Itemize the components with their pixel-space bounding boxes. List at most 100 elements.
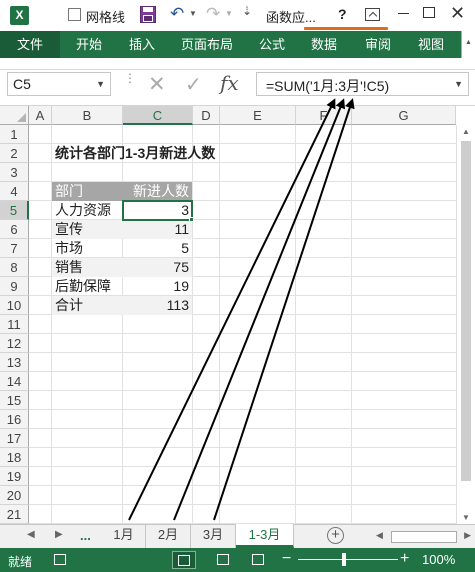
sheet-tab-mar[interactable]: 3月 bbox=[191, 524, 236, 548]
row-header[interactable]: 7 bbox=[0, 239, 29, 258]
maximize-icon[interactable] bbox=[423, 7, 435, 18]
column-header[interactable]: G bbox=[352, 106, 456, 125]
ribbon-scroll-icon[interactable] bbox=[461, 31, 475, 58]
normal-view-button[interactable] bbox=[172, 551, 196, 569]
chevron-down-icon[interactable]: ▼ bbox=[96, 79, 105, 89]
cancel-icon[interactable]: ✕ bbox=[148, 72, 166, 97]
gridlines-checkbox[interactable] bbox=[68, 8, 81, 21]
zoom-level[interactable]: 100% bbox=[422, 552, 455, 567]
ribbon-display-options-icon[interactable] bbox=[365, 8, 380, 21]
row-header[interactable]: 1 bbox=[0, 125, 29, 144]
zoom-out-button[interactable]: − bbox=[282, 550, 291, 568]
row-header[interactable]: 16 bbox=[0, 410, 29, 429]
help-icon[interactable]: ? bbox=[338, 6, 347, 22]
row-header[interactable]: 18 bbox=[0, 448, 29, 467]
row-header[interactable]: 6 bbox=[0, 220, 29, 239]
next-sheet-icon[interactable]: ▶ bbox=[55, 529, 63, 540]
customize-toolbar-icon[interactable]: ⇣ bbox=[242, 4, 252, 18]
formula-input[interactable]: =SUM('1月:3月'!C5) ▼ bbox=[256, 72, 469, 96]
select-all-corner[interactable] bbox=[0, 106, 29, 125]
previous-sheet-icon[interactable]: ◀ bbox=[27, 529, 35, 540]
column-header[interactable]: D bbox=[193, 106, 220, 125]
zoom-in-button[interactable]: + bbox=[400, 550, 409, 568]
tab-data[interactable]: 数据 bbox=[302, 31, 346, 58]
sheet-tab-q1-active[interactable]: 1-3月 bbox=[236, 524, 294, 548]
scrollbar-thumb[interactable] bbox=[461, 141, 471, 481]
tab-insert[interactable]: 插入 bbox=[118, 31, 166, 58]
tab-file[interactable]: 文件 bbox=[0, 31, 60, 58]
table-cell-dept[interactable]: 人力资源 bbox=[55, 201, 111, 220]
column-header[interactable]: F bbox=[296, 106, 352, 125]
row-header-selected[interactable]: 5 bbox=[0, 201, 29, 220]
table-cell-dept[interactable]: 宣传 bbox=[55, 220, 83, 239]
add-sheet-button[interactable]: + bbox=[327, 527, 344, 544]
minimize-icon[interactable] bbox=[398, 13, 409, 14]
scroll-up-icon[interactable]: ▲ bbox=[462, 127, 470, 136]
zoom-slider-knob[interactable] bbox=[342, 553, 346, 566]
row-header[interactable]: 17 bbox=[0, 429, 29, 448]
row-header[interactable]: 14 bbox=[0, 372, 29, 391]
macro-record-icon[interactable] bbox=[54, 554, 66, 565]
sheet-tab-jan[interactable]: 1月 bbox=[102, 524, 146, 548]
row-header[interactable]: 8 bbox=[0, 258, 29, 277]
horizontal-scroll-thumb[interactable] bbox=[391, 531, 457, 543]
insert-function-icon[interactable]: fx bbox=[220, 71, 239, 95]
active-cell-selection[interactable] bbox=[122, 200, 193, 221]
table-cell-dept[interactable]: 后勤保障 bbox=[55, 277, 111, 296]
close-icon[interactable]: ✕ bbox=[450, 3, 465, 24]
redo-dropdown-icon[interactable]: ▼ bbox=[225, 9, 233, 18]
table-cell-count[interactable]: 75 bbox=[123, 258, 189, 277]
sheet-title-cell[interactable]: 统计各部门1-3月新进人数 bbox=[55, 144, 215, 163]
scroll-down-icon[interactable]: ▼ bbox=[462, 513, 470, 522]
row-header[interactable]: 4 bbox=[0, 182, 29, 201]
table-cell-count[interactable]: 19 bbox=[123, 277, 189, 296]
row-header[interactable]: 2 bbox=[0, 144, 29, 163]
gridlines-label[interactable]: 网格线 bbox=[86, 7, 125, 26]
row-header[interactable]: 15 bbox=[0, 391, 29, 410]
row-header[interactable]: 19 bbox=[0, 467, 29, 486]
fill-handle[interactable] bbox=[189, 217, 194, 222]
table-cell-total-label[interactable]: 合计 bbox=[55, 296, 83, 315]
page-layout-view-button[interactable] bbox=[212, 551, 234, 569]
column-header-selected[interactable]: C bbox=[123, 106, 193, 125]
vertical-scrollbar[interactable]: ▲ ▼ bbox=[456, 125, 475, 524]
row-header[interactable]: 12 bbox=[0, 334, 29, 353]
tab-page-layout[interactable]: 页面布局 bbox=[174, 31, 240, 58]
formula-bar-grip-icon[interactable]: ⋮ bbox=[124, 72, 136, 84]
column-header[interactable]: E bbox=[220, 106, 296, 125]
table-cell-total[interactable]: 113 bbox=[123, 296, 189, 315]
name-box[interactable]: C5 ▼ bbox=[7, 72, 111, 96]
row-header[interactable]: 21 bbox=[0, 505, 29, 524]
column-header[interactable]: A bbox=[29, 106, 52, 125]
row-header[interactable]: 9 bbox=[0, 277, 29, 296]
row-header[interactable]: 13 bbox=[0, 353, 29, 372]
undo-dropdown-icon[interactable]: ▼ bbox=[189, 9, 197, 18]
sheet-tab-feb[interactable]: 2月 bbox=[146, 524, 191, 548]
row-header[interactable]: 20 bbox=[0, 486, 29, 505]
table-header-count[interactable]: 新进人数 bbox=[123, 182, 189, 201]
tab-review[interactable]: 审阅 bbox=[356, 31, 400, 58]
row-header[interactable]: 11 bbox=[0, 315, 29, 334]
row-header[interactable]: 10 bbox=[0, 296, 29, 315]
expand-formula-icon[interactable]: ▼ bbox=[454, 79, 463, 89]
table-header-dept[interactable]: 部门 bbox=[55, 182, 83, 201]
table-cell-dept[interactable]: 市场 bbox=[55, 239, 83, 258]
save-icon[interactable] bbox=[140, 6, 156, 26]
enter-icon[interactable]: ✓ bbox=[185, 72, 202, 97]
table-cell-count[interactable]: 5 bbox=[123, 239, 189, 258]
redo-icon[interactable]: ↷ bbox=[206, 5, 220, 23]
tab-formulas[interactable]: 公式 bbox=[250, 31, 294, 58]
column-header[interactable]: B bbox=[52, 106, 123, 125]
scroll-right-icon[interactable]: ▶ bbox=[464, 530, 471, 541]
page-break-view-button[interactable] bbox=[247, 551, 269, 569]
horizontal-scrollbar[interactable]: ◀ ▶ bbox=[376, 530, 471, 544]
more-sheets-button[interactable]: ... bbox=[80, 528, 91, 543]
zoom-slider[interactable] bbox=[298, 559, 398, 560]
table-cell-dept[interactable]: 销售 bbox=[55, 258, 83, 277]
scroll-left-icon[interactable]: ◀ bbox=[376, 530, 383, 541]
table-cell-count[interactable]: 11 bbox=[123, 220, 189, 239]
tab-home[interactable]: 开始 bbox=[64, 31, 114, 58]
worksheet-grid[interactable]: A B C D E F G 1 2 3 4 5 6 7 8 9 10 11 12… bbox=[0, 106, 475, 524]
row-header[interactable]: 3 bbox=[0, 163, 29, 182]
undo-icon[interactable]: ↶ bbox=[170, 5, 184, 23]
